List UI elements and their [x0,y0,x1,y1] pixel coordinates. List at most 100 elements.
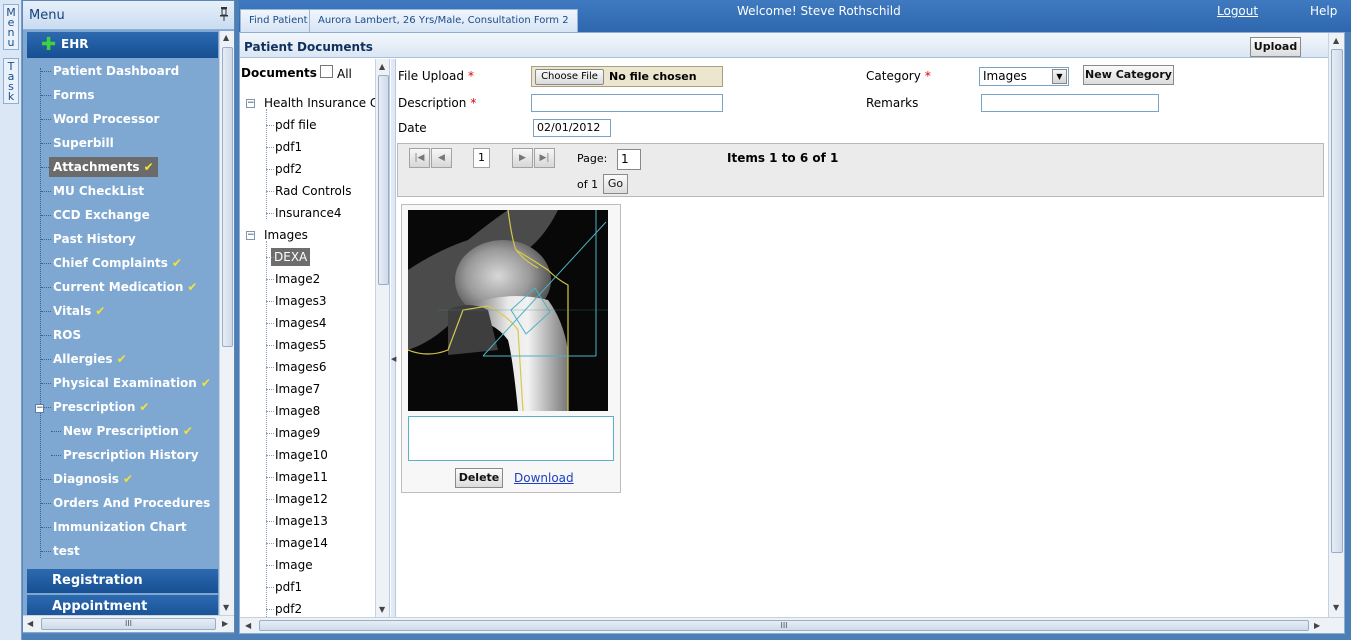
help-link[interactable]: Help [1310,4,1337,18]
collapse-icon[interactable]: − [35,404,44,413]
scroll-thumb[interactable] [222,47,233,347]
tree-group-health-insurance[interactable]: Health Insurance C [264,94,378,112]
tree-node[interactable]: Image10 [275,446,328,464]
collapse-icon[interactable]: − [246,231,255,240]
all-checkbox[interactable] [320,65,333,78]
menu-item-vitals[interactable]: Vitals ✔ [53,301,105,321]
menu-item-immunization-chart[interactable]: Immunization Chart [53,517,187,537]
scroll-left-icon[interactable]: ◀ [27,619,33,628]
tree-node[interactable]: pdf1 [275,578,302,596]
category-select[interactable]: Images ▼ [979,67,1069,86]
scroll-down-icon[interactable]: ▼ [1333,603,1339,612]
delete-button[interactable]: Delete [455,468,503,488]
collapse-icon[interactable]: − [246,99,255,108]
menu-item-allergies[interactable]: Allergies ✔ [53,349,127,369]
menu-item-new-prescription[interactable]: New Prescription ✔ [63,421,193,441]
menu-item-diagnosis[interactable]: Diagnosis ✔ [53,469,133,489]
menu-item-attachments[interactable]: Attachments ✔ [49,157,158,177]
tree-node[interactable]: Insurance4 [275,204,342,222]
logout-link[interactable]: Logout [1217,4,1258,18]
scroll-right-icon[interactable]: ▶ [1314,621,1320,630]
scroll-up-icon[interactable]: ▲ [379,62,385,71]
tree-node[interactable]: Rad Controls [275,182,352,200]
tree-node[interactable]: Image [275,556,313,574]
scroll-left-icon[interactable]: ◀ [245,621,251,630]
menu-item-forms[interactable]: Forms [53,85,95,105]
pin-icon[interactable] [220,7,228,21]
date-input[interactable]: 02/01/2012 [533,119,611,137]
menu-item-prescription-history[interactable]: Prescription History [63,445,199,465]
menu-vertical-scrollbar[interactable]: ▲ ▼ [219,31,234,615]
page-input[interactable]: 1 [617,149,641,170]
last-page-icon[interactable]: ▶| [534,148,555,168]
pane-splitter[interactable]: ◀ [391,59,396,617]
tree-node[interactable]: Image12 [275,490,328,508]
menu-item-orders-and-procedures[interactable]: Orders And Procedures [53,493,210,513]
tree-node[interactable]: Images4 [275,314,326,332]
choose-file-button[interactable]: Choose File [535,69,604,85]
menu-item-mu-checklist[interactable]: MU CheckList [53,181,144,201]
menu-item-chief-complaints[interactable]: Chief Complaints ✔ [53,253,182,273]
tree-node[interactable]: Images6 [275,358,326,376]
prev-page-icon[interactable]: ◀ [431,148,452,168]
tree-node[interactable]: pdf file [275,116,317,134]
tree-node[interactable]: Image2 [275,270,320,288]
tree-node[interactable]: DEXA [271,248,311,266]
menu-item-patient-dashboard[interactable]: Patient Dashboard [53,61,179,81]
scroll-right-icon[interactable]: ▶ [222,619,228,628]
scroll-up-icon[interactable]: ▲ [1333,36,1339,45]
tree-node[interactable]: Image11 [275,468,328,486]
scroll-up-icon[interactable]: ▲ [223,33,229,42]
description-input[interactable] [531,94,723,112]
tree-node[interactable]: Image8 [275,402,320,420]
menu-item-word-processor[interactable]: Word Processor [53,109,159,129]
document-image-thumbnail[interactable] [408,210,608,411]
scroll-thumb[interactable]: III [259,620,1309,631]
menu-item-superbill[interactable]: Superbill [53,133,114,153]
menu-item-current-medication[interactable]: Current Medication ✔ [53,277,197,297]
menu-item-physical-examination[interactable]: Physical Examination ✔ [53,373,211,393]
tree-node[interactable]: Images3 [275,292,326,310]
go-button[interactable]: Go [603,174,628,194]
tab-find-patient[interactable]: Find Patient [240,9,317,32]
menu-horizontal-scrollbar[interactable]: ◀ III ▶ [23,615,234,632]
scroll-thumb[interactable] [1331,49,1343,553]
menu-item-past-history[interactable]: Past History [53,229,136,249]
scroll-thumb[interactable]: III [41,618,216,630]
scroll-thumb[interactable] [378,75,389,285]
tree-node[interactable]: pdf2 [275,160,302,178]
tree-node[interactable]: pdf2 [275,600,302,617]
new-category-button[interactable]: New Category [1083,65,1174,85]
page-number-button[interactable]: 1 [473,148,490,168]
first-page-icon[interactable]: |◀ [409,148,430,168]
tree-node[interactable]: Image14 [275,534,328,552]
tree-vertical-scrollbar[interactable]: ▲ ▼ [375,59,389,617]
menu-item-ccd-exchange[interactable]: CCD Exchange [53,205,150,225]
menu-item-prescription[interactable]: Prescription ✔ [53,397,149,417]
tree-node[interactable]: Image7 [275,380,320,398]
registration-button[interactable]: Registration [27,569,218,593]
task-side-tab[interactable]: Task [3,58,19,104]
menu-item-ros[interactable]: ROS [53,325,81,345]
tree-group-images[interactable]: Images [264,226,308,244]
remarks-input[interactable] [981,94,1159,112]
menu-item-test[interactable]: test [53,541,80,561]
tree-node[interactable]: Image13 [275,512,328,530]
collapse-left-icon[interactable]: ◀ [391,355,396,363]
scroll-down-icon[interactable]: ▼ [223,603,229,612]
tree-node[interactable]: pdf1 [275,138,302,156]
caption-textarea[interactable] [408,416,614,461]
file-upload-input[interactable]: Choose File No file chosen [531,66,723,87]
menu-side-tab[interactable]: Menu [3,4,19,50]
upload-button[interactable]: Upload [1250,37,1301,57]
tab-patient-form[interactable]: Aurora Lambert, 26 Yrs/Male, Consultatio… [309,9,578,32]
scroll-down-icon[interactable]: ▼ [379,605,385,614]
next-page-icon[interactable]: ▶ [512,148,533,168]
tree-node[interactable]: Images5 [275,336,326,354]
tree-node[interactable]: Image9 [275,424,320,442]
main-horizontal-scrollbar[interactable]: ◀ III ▶ [240,617,1344,633]
chevron-down-icon[interactable]: ▼ [1052,69,1067,84]
ehr-section-header[interactable]: ✚ EHR [27,32,218,58]
download-link[interactable]: Download [514,471,574,485]
main-vertical-scrollbar[interactable]: ▲ ▼ [1328,33,1344,617]
